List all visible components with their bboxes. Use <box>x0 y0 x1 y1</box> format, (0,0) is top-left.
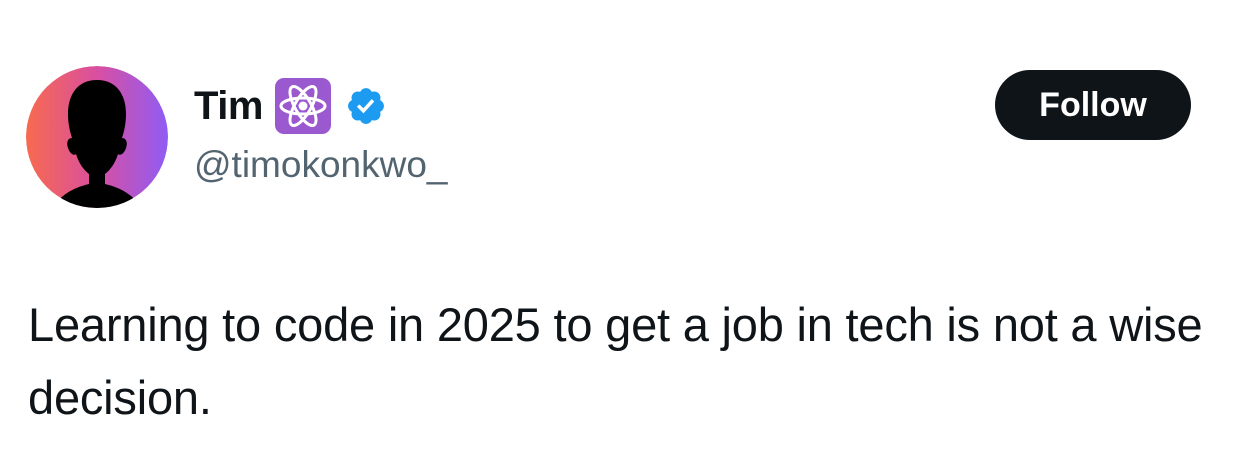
atom-symbol-icon <box>273 76 333 136</box>
silhouette-avatar-icon <box>26 66 168 208</box>
tweet-card: Tim @timokonkwo_ Follow Learning to code… <box>0 0 1242 452</box>
verified-badge-icon <box>345 85 387 127</box>
tweet-text: Learning to code in 2025 to get a job in… <box>28 298 1203 424</box>
author-avatar[interactable] <box>26 66 168 208</box>
author-handle[interactable]: @timokonkwo_ <box>194 144 448 186</box>
author-name-row: Tim <box>194 78 387 134</box>
follow-button[interactable]: Follow <box>995 70 1191 140</box>
author-display-name[interactable]: Tim <box>194 84 263 129</box>
